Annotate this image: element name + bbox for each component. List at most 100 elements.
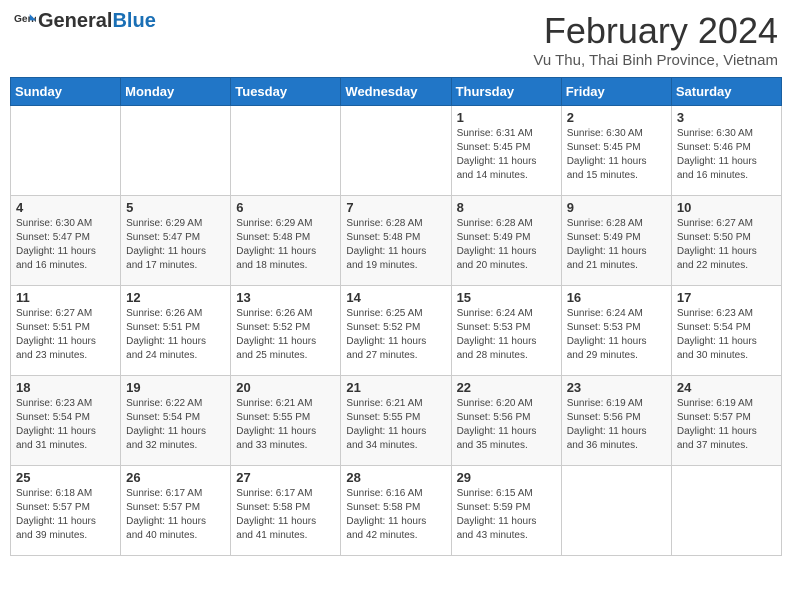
- calendar-cell: [11, 106, 121, 196]
- day-info: Sunrise: 6:19 AM Sunset: 5:57 PM Dayligh…: [677, 397, 776, 453]
- day-info: Sunrise: 6:23 AM Sunset: 5:54 PM Dayligh…: [677, 307, 776, 363]
- day-info: Sunrise: 6:26 AM Sunset: 5:51 PM Dayligh…: [126, 307, 225, 363]
- day-number: 21: [346, 380, 445, 395]
- day-header-sunday: Sunday: [11, 78, 121, 106]
- day-info: Sunrise: 6:23 AM Sunset: 5:54 PM Dayligh…: [16, 397, 115, 453]
- header: General GeneralBlue February 2024 Vu Thu…: [10, 10, 782, 69]
- day-number: 5: [126, 200, 225, 215]
- day-number: 4: [16, 200, 115, 215]
- logo-general-text: General: [38, 10, 112, 32]
- day-number: 29: [457, 470, 556, 485]
- day-info: Sunrise: 6:19 AM Sunset: 5:56 PM Dayligh…: [567, 397, 666, 453]
- day-info: Sunrise: 6:30 AM Sunset: 5:46 PM Dayligh…: [677, 127, 776, 183]
- day-info: Sunrise: 6:27 AM Sunset: 5:50 PM Dayligh…: [677, 217, 776, 273]
- day-info: Sunrise: 6:28 AM Sunset: 5:49 PM Dayligh…: [457, 217, 556, 273]
- day-number: 22: [457, 380, 556, 395]
- title-area: February 2024 Vu Thu, Thai Binh Province…: [533, 10, 778, 69]
- day-number: 13: [236, 290, 335, 305]
- calendar-table: SundayMondayTuesdayWednesdayThursdayFrid…: [10, 77, 782, 556]
- day-info: Sunrise: 6:31 AM Sunset: 5:45 PM Dayligh…: [457, 127, 556, 183]
- day-number: 26: [126, 470, 225, 485]
- logo-icon: General: [14, 11, 36, 33]
- day-number: 20: [236, 380, 335, 395]
- day-info: Sunrise: 6:17 AM Sunset: 5:58 PM Dayligh…: [236, 487, 335, 543]
- calendar-header-row: SundayMondayTuesdayWednesdayThursdayFrid…: [11, 78, 782, 106]
- day-info: Sunrise: 6:21 AM Sunset: 5:55 PM Dayligh…: [346, 397, 445, 453]
- calendar-cell: [561, 466, 671, 556]
- calendar-cell: 7Sunrise: 6:28 AM Sunset: 5:48 PM Daylig…: [341, 196, 451, 286]
- calendar-week-4: 18 Sunrise: 6:23 AM Sunset: 5:54 PM Dayli…: [11, 376, 782, 466]
- day-number: 24: [677, 380, 776, 395]
- day-info: Sunrise: 6:29 AM Sunset: 5:48 PM Dayligh…: [236, 217, 335, 273]
- calendar-cell: 20 Sunrise: 6:21 AM Sunset: 5:55 PM Dayli…: [231, 376, 341, 466]
- calendar-cell: 29 Sunrise: 6:15 AM Sunset: 5:59 PM Dayli…: [451, 466, 561, 556]
- day-header-thursday: Thursday: [451, 78, 561, 106]
- calendar-cell: 15Sunrise: 6:24 AM Sunset: 5:53 PM Dayli…: [451, 286, 561, 376]
- day-header-tuesday: Tuesday: [231, 78, 341, 106]
- calendar-cell: [671, 466, 781, 556]
- calendar-cell: 14Sunrise: 6:25 AM Sunset: 5:52 PM Dayli…: [341, 286, 451, 376]
- calendar-cell: 5Sunrise: 6:29 AM Sunset: 5:47 PM Daylig…: [121, 196, 231, 286]
- day-number: 23: [567, 380, 666, 395]
- calendar-cell: 9 Sunrise: 6:28 AM Sunset: 5:49 PM Daylig…: [561, 196, 671, 286]
- day-number: 10: [677, 200, 776, 215]
- day-number: 1: [457, 110, 556, 125]
- day-number: 6: [236, 200, 335, 215]
- day-info: Sunrise: 6:28 AM Sunset: 5:49 PM Dayligh…: [567, 217, 666, 273]
- calendar-week-3: 11 Sunrise: 6:27 AM Sunset: 5:51 PM Dayli…: [11, 286, 782, 376]
- day-header-saturday: Saturday: [671, 78, 781, 106]
- calendar-cell: 24 Sunrise: 6:19 AM Sunset: 5:57 PM Dayli…: [671, 376, 781, 466]
- calendar-cell: 27 Sunrise: 6:17 AM Sunset: 5:58 PM Dayli…: [231, 466, 341, 556]
- day-info: Sunrise: 6:30 AM Sunset: 5:45 PM Dayligh…: [567, 127, 666, 183]
- day-number: 11: [16, 290, 115, 305]
- day-number: 18: [16, 380, 115, 395]
- day-info: Sunrise: 6:24 AM Sunset: 5:53 PM Dayligh…: [567, 307, 666, 363]
- day-number: 27: [236, 470, 335, 485]
- day-info: Sunrise: 6:15 AM Sunset: 5:59 PM Dayligh…: [457, 487, 556, 543]
- calendar-cell: 17 Sunrise: 6:23 AM Sunset: 5:54 PM Dayli…: [671, 286, 781, 376]
- calendar-cell: 22 Sunrise: 6:20 AM Sunset: 5:56 PM Dayli…: [451, 376, 561, 466]
- day-number: 15: [457, 290, 556, 305]
- calendar-cell: [231, 106, 341, 196]
- calendar-cell: [121, 106, 231, 196]
- calendar-cell: 26 Sunrise: 6:17 AM Sunset: 5:57 PM Dayli…: [121, 466, 231, 556]
- day-number: 9: [567, 200, 666, 215]
- calendar-cell: [341, 106, 451, 196]
- calendar-cell: 28 Sunrise: 6:16 AM Sunset: 5:58 PM Dayli…: [341, 466, 451, 556]
- day-number: 12: [126, 290, 225, 305]
- day-info: Sunrise: 6:17 AM Sunset: 5:57 PM Dayligh…: [126, 487, 225, 543]
- day-number: 19: [126, 380, 225, 395]
- day-info: Sunrise: 6:20 AM Sunset: 5:56 PM Dayligh…: [457, 397, 556, 453]
- day-number: 25: [16, 470, 115, 485]
- calendar-cell: 18 Sunrise: 6:23 AM Sunset: 5:54 PM Dayli…: [11, 376, 121, 466]
- day-number: 14: [346, 290, 445, 305]
- day-header-wednesday: Wednesday: [341, 78, 451, 106]
- day-info: Sunrise: 6:27 AM Sunset: 5:51 PM Dayligh…: [16, 307, 115, 363]
- calendar-cell: 13 Sunrise: 6:26 AM Sunset: 5:52 PM Dayli…: [231, 286, 341, 376]
- calendar-subtitle: Vu Thu, Thai Binh Province, Vietnam: [533, 52, 778, 69]
- calendar-cell: 6 Sunrise: 6:29 AM Sunset: 5:48 PM Daylig…: [231, 196, 341, 286]
- calendar-cell: 2Sunrise: 6:30 AM Sunset: 5:45 PM Daylig…: [561, 106, 671, 196]
- day-number: 7: [346, 200, 445, 215]
- calendar-week-2: 4 Sunrise: 6:30 AM Sunset: 5:47 PM Daylig…: [11, 196, 782, 286]
- day-info: Sunrise: 6:21 AM Sunset: 5:55 PM Dayligh…: [236, 397, 335, 453]
- calendar-cell: 3Sunrise: 6:30 AM Sunset: 5:46 PM Daylig…: [671, 106, 781, 196]
- calendar-week-5: 25 Sunrise: 6:18 AM Sunset: 5:57 PM Dayli…: [11, 466, 782, 556]
- day-number: 16: [567, 290, 666, 305]
- logo-blue-text: Blue: [112, 10, 155, 32]
- day-number: 28: [346, 470, 445, 485]
- calendar-cell: 16 Sunrise: 6:24 AM Sunset: 5:53 PM Dayli…: [561, 286, 671, 376]
- day-info: Sunrise: 6:16 AM Sunset: 5:58 PM Dayligh…: [346, 487, 445, 543]
- calendar-body: 1 Sunrise: 6:31 AM Sunset: 5:45 PM Daylig…: [11, 106, 782, 556]
- day-info: Sunrise: 6:26 AM Sunset: 5:52 PM Dayligh…: [236, 307, 335, 363]
- day-info: Sunrise: 6:18 AM Sunset: 5:57 PM Dayligh…: [16, 487, 115, 543]
- calendar-cell: 11 Sunrise: 6:27 AM Sunset: 5:51 PM Dayli…: [11, 286, 121, 376]
- calendar-cell: 4 Sunrise: 6:30 AM Sunset: 5:47 PM Daylig…: [11, 196, 121, 286]
- calendar-cell: 23 Sunrise: 6:19 AM Sunset: 5:56 PM Dayli…: [561, 376, 671, 466]
- day-number: 8: [457, 200, 556, 215]
- day-number: 17: [677, 290, 776, 305]
- calendar-cell: 8 Sunrise: 6:28 AM Sunset: 5:49 PM Daylig…: [451, 196, 561, 286]
- day-info: Sunrise: 6:30 AM Sunset: 5:47 PM Dayligh…: [16, 217, 115, 273]
- calendar-cell: 10 Sunrise: 6:27 AM Sunset: 5:50 PM Dayli…: [671, 196, 781, 286]
- calendar-cell: 12 Sunrise: 6:26 AM Sunset: 5:51 PM Dayli…: [121, 286, 231, 376]
